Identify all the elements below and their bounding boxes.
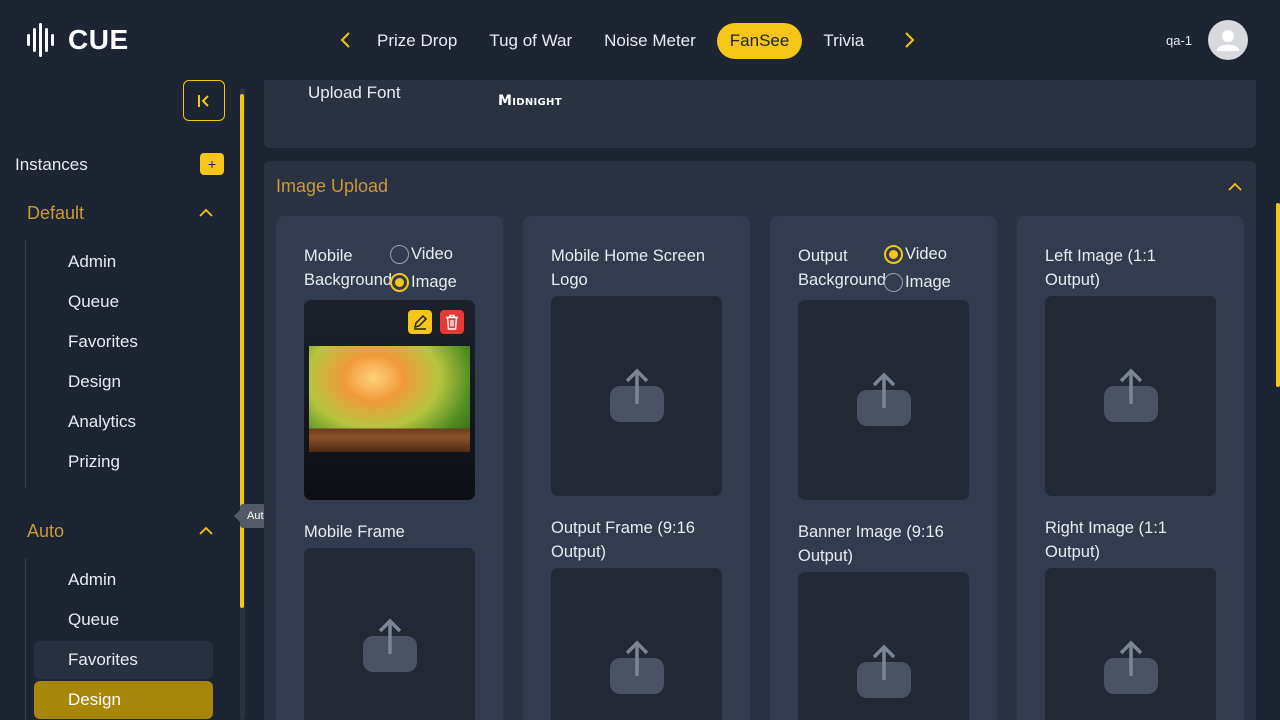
- upload-icon: [1104, 368, 1158, 422]
- banner-image-label: Banner Image (9:16 Output): [798, 523, 944, 565]
- sidebar: Instances + Default Admin Queue Favorite…: [0, 80, 277, 720]
- mobile-home-logo-upload[interactable]: [551, 296, 722, 496]
- output-frame-label: Output Frame (9:16 Output): [551, 519, 695, 561]
- radio-dot: [390, 273, 409, 292]
- mobile-bg-image-radio[interactable]: Image: [390, 273, 457, 292]
- nav-tabs: Prize Drop Tug of War Noise Meter FanSee…: [366, 22, 886, 60]
- radio-label: Image: [905, 273, 951, 291]
- collapse-sidebar-button[interactable]: [183, 80, 225, 121]
- font-preview[interactable]: Midnight: [498, 93, 562, 109]
- chevron-left-icon: [340, 32, 350, 48]
- sidebar-item-auto-admin[interactable]: Admin: [34, 561, 213, 599]
- output-frame-upload[interactable]: [551, 568, 722, 720]
- radio-label: Image: [411, 273, 457, 291]
- delete-button[interactable]: [440, 310, 464, 334]
- upload-icon: [363, 618, 417, 672]
- nav-prev-button[interactable]: [334, 28, 358, 52]
- mobile-bg-video-radio[interactable]: Video: [390, 245, 453, 264]
- mobile-background-label: Mobile Background: [304, 247, 393, 289]
- mobile-frame-label: Mobile Frame: [304, 523, 405, 541]
- avatar[interactable]: [1208, 20, 1248, 60]
- left-image-card: Left Image (1:1 Output) Right Image (1:1…: [1017, 216, 1244, 720]
- main-content: Upload Font Midnight Image Upload Mobile…: [248, 80, 1280, 720]
- radio-label: Video: [411, 245, 453, 263]
- sidebar-item-default-admin[interactable]: Admin: [34, 243, 213, 281]
- upload-font-label: Upload Font: [308, 83, 401, 102]
- radio-label: Video: [905, 245, 947, 263]
- upload-icon: [610, 368, 664, 422]
- tab-prize-drop[interactable]: Prize Drop: [366, 23, 468, 59]
- sidebar-item-default-prizing[interactable]: Prizing: [34, 443, 213, 481]
- tab-fansee[interactable]: FanSee: [716, 23, 803, 59]
- output-background-upload[interactable]: [798, 300, 969, 500]
- font-upload-panel: Upload Font Midnight: [264, 80, 1256, 148]
- output-bg-video-radio[interactable]: Video: [884, 245, 947, 264]
- group-default-title[interactable]: Default: [27, 203, 84, 224]
- add-instance-button[interactable]: +: [200, 153, 224, 175]
- chevron-up-icon[interactable]: [1226, 178, 1244, 196]
- chevron-right-icon: [905, 32, 915, 48]
- main-scrollbar-thumb[interactable]: [1276, 203, 1280, 387]
- group-default-line: [25, 240, 26, 488]
- tab-tug-of-war[interactable]: Tug of War: [478, 23, 583, 59]
- top-bar: CUE Prize Drop Tug of War Noise Meter Fa…: [0, 0, 1280, 80]
- right-image-label: Right Image (1:1 Output): [1045, 519, 1167, 561]
- edit-button[interactable]: [408, 310, 432, 334]
- left-image-upload[interactable]: [1045, 296, 1216, 496]
- radio-dot: [884, 245, 903, 264]
- tab-trivia[interactable]: Trivia: [812, 23, 875, 59]
- right-image-upload[interactable]: [1045, 568, 1216, 720]
- image-upload-panel: Image Upload Mobile Background Video Ima…: [264, 161, 1256, 720]
- upload-icon: [1104, 640, 1158, 694]
- mobile-home-logo-label: Mobile Home Screen Logo: [551, 247, 706, 289]
- mobile-background-preview: [304, 300, 475, 500]
- image-upload-title: Image Upload: [276, 176, 389, 196]
- pencil-icon: [413, 314, 428, 330]
- sidebar-item-default-analytics[interactable]: Analytics: [34, 403, 213, 441]
- sidebar-item-default-queue[interactable]: Queue: [34, 283, 213, 321]
- background-image: [309, 346, 470, 452]
- chevron-up-icon[interactable]: [197, 522, 215, 540]
- radio-dot: [884, 273, 903, 292]
- mobile-background-card: Mobile Background Video Image Mobile Fra…: [276, 216, 503, 720]
- sidebar-item-auto-queue[interactable]: Queue: [34, 601, 213, 639]
- output-background-card: Output Background Video Image Banner Ima…: [770, 216, 997, 720]
- sidebar-item-auto-design[interactable]: Design: [34, 681, 213, 719]
- upload-icon: [857, 644, 911, 698]
- output-background-label: Output Background: [798, 247, 887, 289]
- mobile-frame-upload[interactable]: [304, 548, 475, 720]
- left-image-label: Left Image (1:1 Output): [1045, 247, 1156, 289]
- soundwave-logo-icon: [27, 23, 54, 57]
- radio-dot: [390, 245, 409, 264]
- tab-noise-meter[interactable]: Noise Meter: [593, 23, 707, 59]
- group-auto-line: [25, 558, 26, 720]
- sidebar-item-default-favorites[interactable]: Favorites: [34, 323, 213, 361]
- trash-icon: [446, 314, 458, 330]
- sidebar-item-default-design[interactable]: Design: [34, 363, 213, 401]
- group-auto-title[interactable]: Auto: [27, 521, 64, 542]
- output-bg-image-radio[interactable]: Image: [884, 273, 951, 292]
- mobile-home-logo-card: Mobile Home Screen Logo Output Frame (9:…: [523, 216, 750, 720]
- sidebar-scrollbar-thumb[interactable]: [240, 94, 244, 608]
- logo-text: CUE: [68, 24, 129, 55]
- upload-icon: [857, 372, 911, 426]
- user-name: qa-1: [1166, 33, 1193, 48]
- sidebar-item-auto-favorites[interactable]: Favorites: [34, 641, 213, 679]
- user-icon: [1217, 30, 1239, 51]
- chevron-up-icon[interactable]: [197, 204, 215, 222]
- instances-label: Instances: [15, 155, 88, 174]
- app-logo[interactable]: CUE: [26, 22, 129, 58]
- upload-icon: [610, 640, 664, 694]
- nav-next-button[interactable]: [897, 28, 921, 52]
- banner-image-upload[interactable]: [798, 572, 969, 720]
- collapse-left-icon: [198, 94, 209, 107]
